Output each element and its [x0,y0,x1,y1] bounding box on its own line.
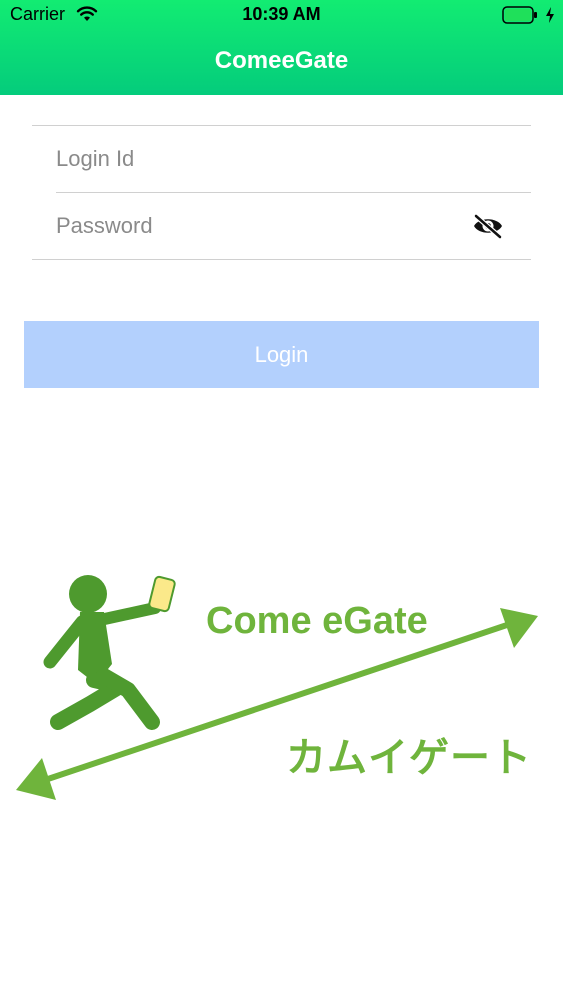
status-bar: Carrier 10:39 AM [0,0,563,30]
password-field-row [32,193,531,259]
page-title: ComeeGate [214,47,349,74]
battery-icon [502,6,537,24]
divider [32,259,531,260]
login-id-field-row [32,126,531,192]
login-id-input[interactable] [56,126,476,192]
charging-bolt-icon [546,7,554,23]
logo-text-english: Come eGate [206,600,428,642]
logo-text-japanese: カムイゲート [286,736,532,780]
app-header: Carrier 10:39 AM ComeeGate [0,0,563,95]
walking-person-with-phone-icon [43,575,176,730]
login-button[interactable]: Login [24,321,539,388]
eye-slash-icon[interactable] [472,213,504,239]
status-time: 10:39 AM [242,4,321,24]
password-input[interactable] [56,193,476,259]
login-form [32,125,531,260]
